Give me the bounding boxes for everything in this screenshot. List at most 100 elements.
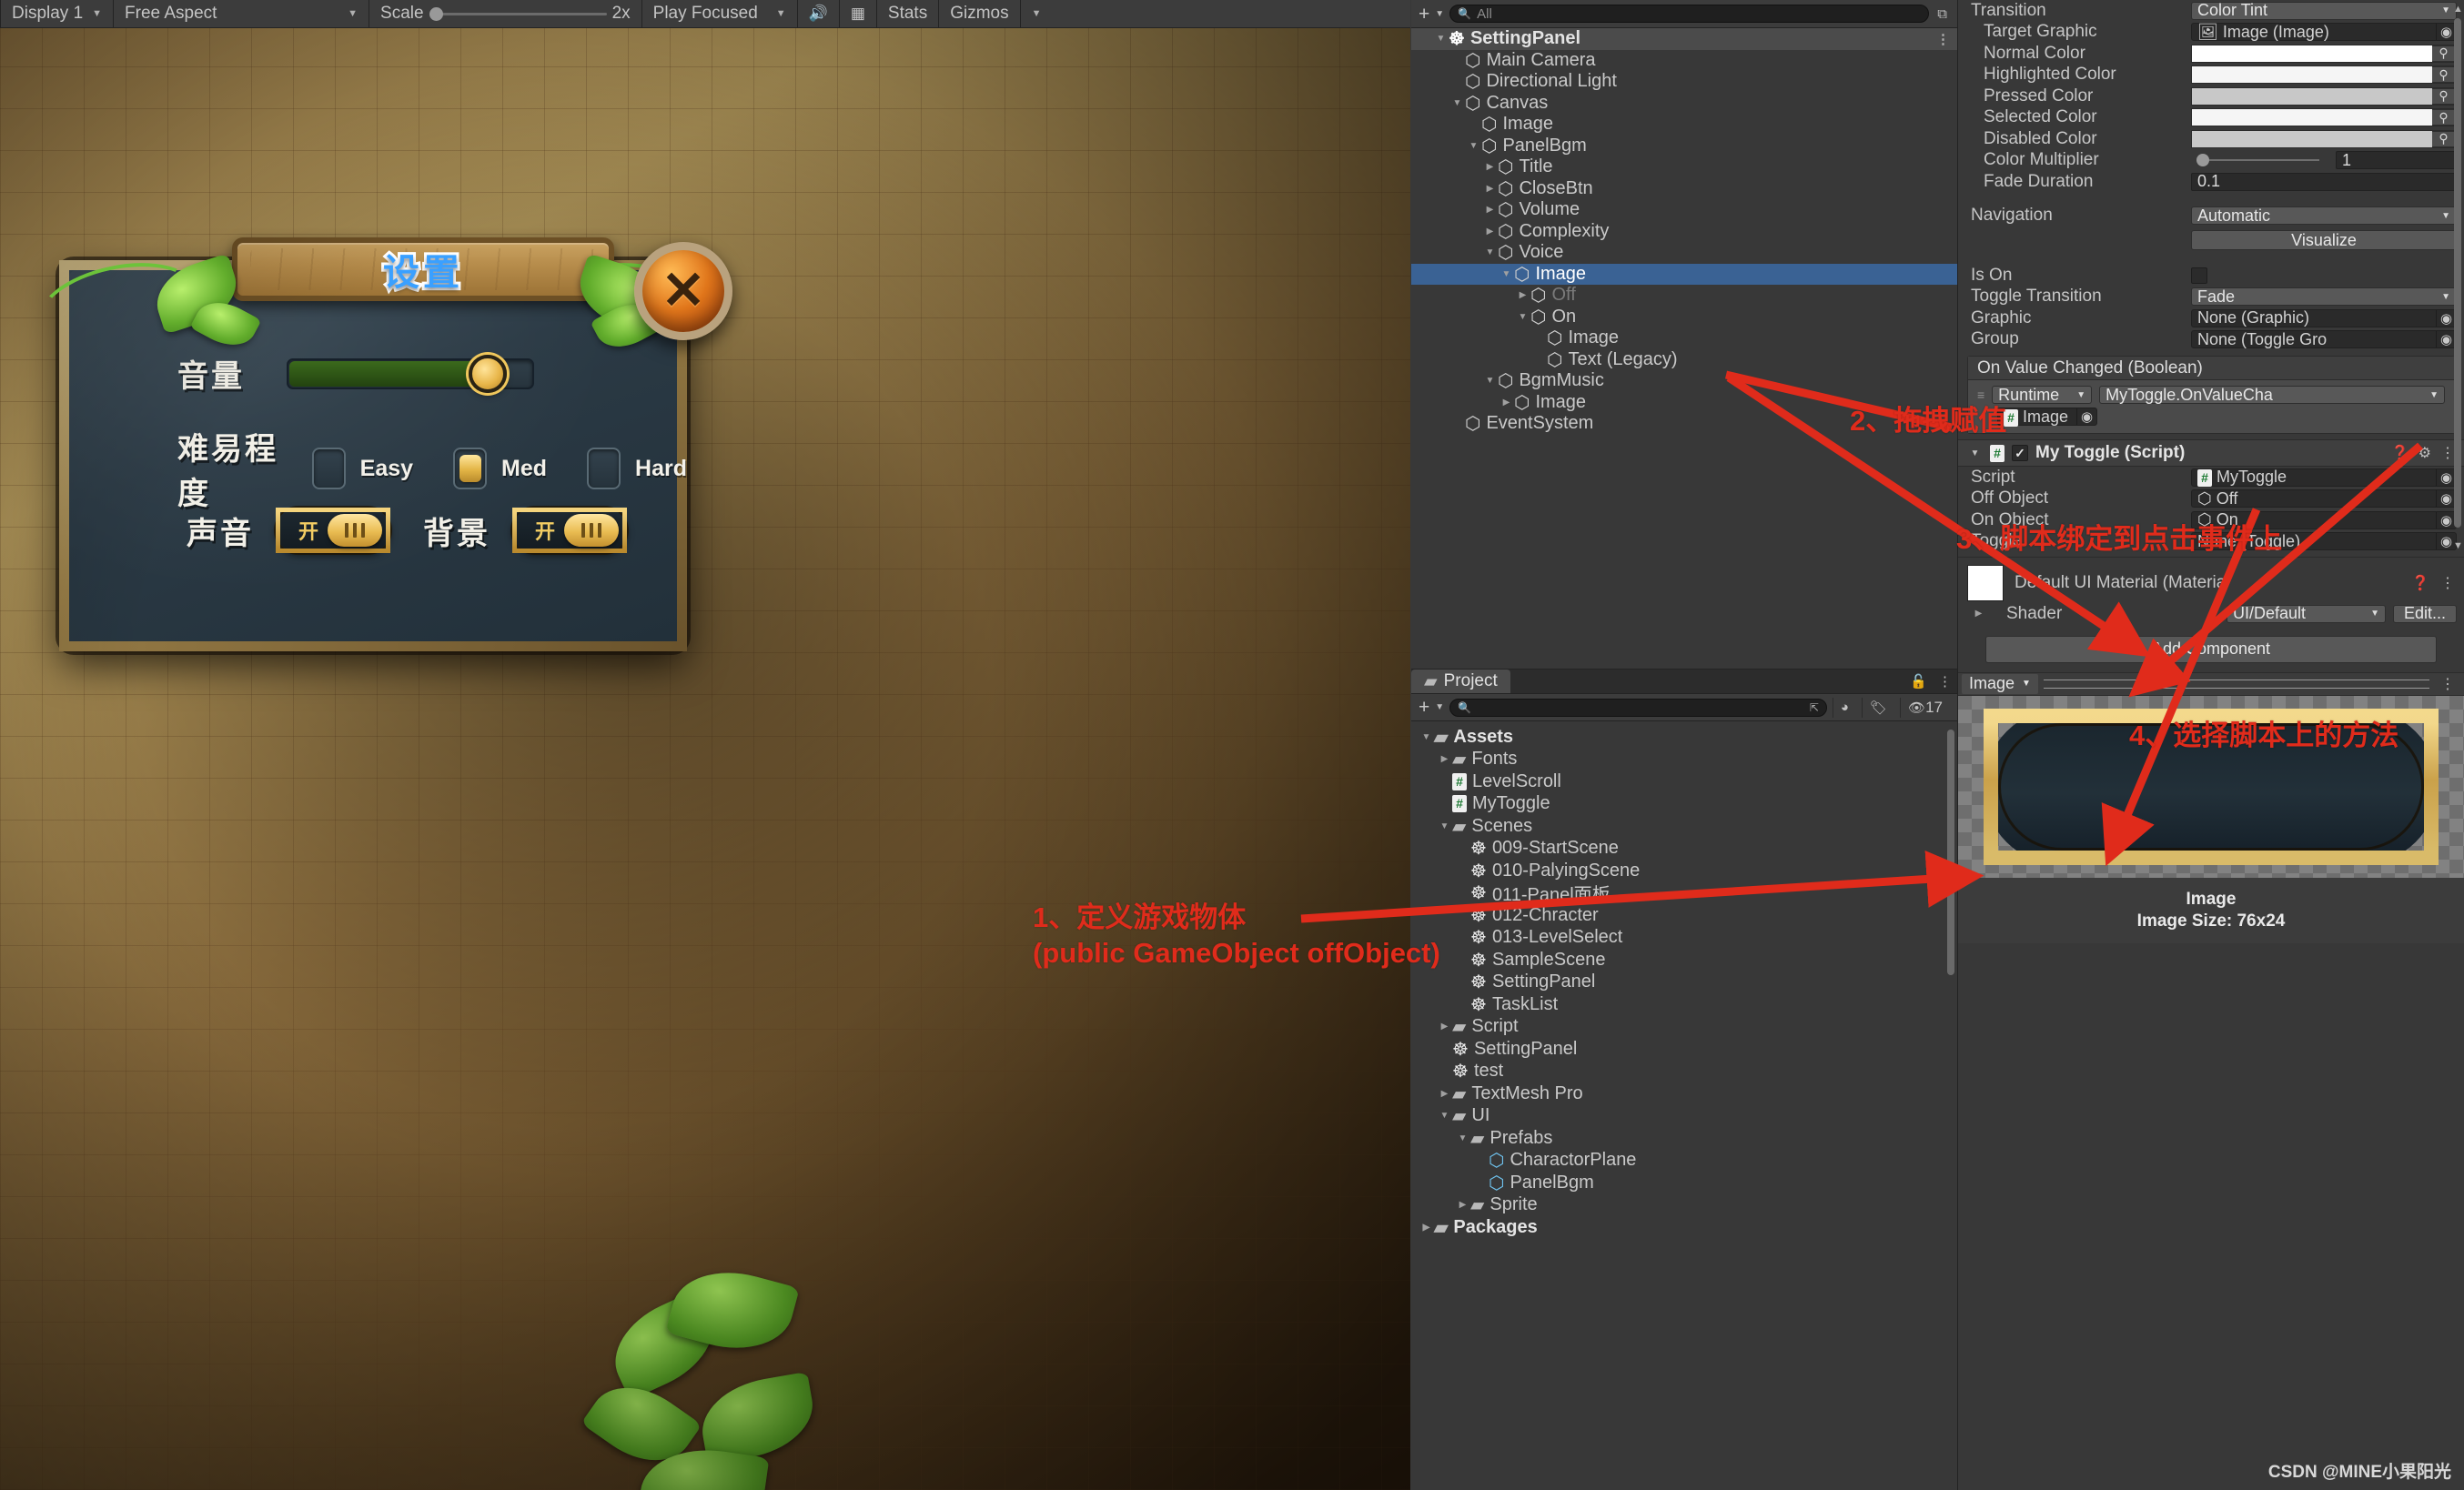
chevron-right-icon[interactable]: ▶ <box>1971 609 1986 619</box>
hierarchy-item-complexity[interactable]: ▶ ⬡ Complexity <box>1411 221 1957 243</box>
color-swatch[interactable] <box>2192 87 2432 105</box>
game-viewport[interactable]: 设置 ✕ 音量 难易程度 Easy Med Hard 声音 开 背景 开 <box>0 28 1410 1490</box>
gizmos-button[interactable]: Gizmos <box>939 0 1019 27</box>
project-tree[interactable]: ▼▰Assets▶▰Fonts▶#LevelScroll▶#MyToggle▼▰… <box>1411 721 1957 1239</box>
expand-icon[interactable]: ⧉ <box>1934 6 1950 22</box>
gizmos-dropdown[interactable]: ▼ <box>1021 0 1053 27</box>
shader-dropdown[interactable]: UI/Default ▼ <box>2227 604 2386 623</box>
project-item-settingpanel[interactable]: ▶☸SettingPanel <box>1411 1038 1957 1061</box>
voice-toggle[interactable]: 开 <box>276 508 390 553</box>
project-item-settingpanel[interactable]: ▶☸SettingPanel <box>1411 972 1957 994</box>
script-field[interactable]: # MyToggle ◉ <box>2191 468 2457 488</box>
color-swatch[interactable] <box>2192 130 2432 147</box>
project-item-ui[interactable]: ▼ ▰ UI <box>1411 1105 1957 1128</box>
hierarchy-item-closebtn[interactable]: ▶ ⬡ CloseBtn <box>1411 178 1957 200</box>
transition-dropdown[interactable]: Color Tint ▼ <box>2191 1 2457 20</box>
disabled-color-field[interactable]: ⚲ <box>2191 129 2457 148</box>
hierarchy-item-image[interactable]: ▼ ⬡ Image <box>1411 263 1957 285</box>
component-enabled-checkbox[interactable]: ✓ <box>2012 445 2028 461</box>
event-method-dropdown[interactable]: MyToggle.OnValueCha ▼ <box>2099 386 2445 404</box>
project-item-prefabs[interactable]: ▼ ▰ Prefabs <box>1411 1127 1957 1150</box>
color-swatch[interactable] <box>2192 45 2432 62</box>
fade-duration-value[interactable]: 0.1 <box>2191 172 2457 191</box>
hierarchy-item-voice[interactable]: ▼ ⬡ Voice <box>1411 242 1957 264</box>
preview-grip[interactable] <box>2043 679 2429 689</box>
project-item-test[interactable]: ▶☸test <box>1411 1061 1957 1083</box>
scale-slider-knob[interactable] <box>429 6 443 21</box>
chevron-right-icon[interactable]: ▶ <box>1455 1200 1470 1210</box>
chevron-down-icon[interactable]: ▼ <box>1419 732 1434 742</box>
chevron-right-icon[interactable]: ▶ <box>1419 1223 1434 1233</box>
graphic-field[interactable]: None (Graphic) ◉ <box>2191 308 2457 327</box>
chevron-right-icon[interactable]: ▶ <box>1437 1089 1452 1099</box>
kebab-icon[interactable]: ⋮ <box>2440 574 2455 592</box>
save-search-icon[interactable]: ⇱ <box>1810 701 1819 714</box>
lock-icon[interactable]: 🔓 <box>1904 669 1933 693</box>
bgm-toggle-knob[interactable] <box>564 514 619 547</box>
help-icon[interactable]: ❓ <box>2391 444 2409 462</box>
chevron-right-icon[interactable]: ▶ <box>1482 227 1498 237</box>
target-graphic-field[interactable]: 🖼 Image (Image) ◉ <box>2191 23 2457 42</box>
project-item-009-startscene[interactable]: ▶☸009-StartScene <box>1411 838 1957 861</box>
voice-toggle-knob[interactable] <box>328 514 382 547</box>
project-item-sprite[interactable]: ▶ ▰ Sprite <box>1411 1194 1957 1217</box>
project-item-levelscroll[interactable]: ▶#LevelScroll <box>1411 770 1957 793</box>
chevron-down-icon[interactable]: ▼ <box>1967 448 1983 458</box>
filter-label-icon[interactable]: 🏷 <box>1861 697 1894 718</box>
highlighted-color-field[interactable]: ⚲ <box>2191 65 2457 85</box>
chevron-right-icon[interactable]: ▶ <box>1482 205 1498 215</box>
color-multiplier-knob[interactable] <box>2196 154 2209 167</box>
hierarchy-item-off[interactable]: ▶ ⬡ Off <box>1411 285 1957 307</box>
hierarchy-item-bgmmusic[interactable]: ▼ ⬡ BgmMusic <box>1411 370 1957 392</box>
filter-type-icon[interactable]: ◕ <box>1832 697 1856 718</box>
kebab-icon[interactable]: ⋮ <box>2435 675 2460 693</box>
chevron-down-icon[interactable]: ▼ <box>1466 141 1481 151</box>
help-icon[interactable]: ❓ <box>2411 574 2429 592</box>
chevron-right-icon[interactable]: ▶ <box>1437 754 1452 764</box>
chevron-right-icon[interactable]: ▶ <box>1437 1022 1452 1032</box>
hierarchy-item-directional-light[interactable]: ▶⬡Directional Light <box>1411 71 1957 93</box>
close-button[interactable]: ✕ <box>634 242 732 340</box>
project-item-script[interactable]: ▶ ▰ Script <box>1411 1016 1957 1039</box>
chevron-right-icon[interactable]: ▶ <box>1482 162 1498 172</box>
project-item-panelbgm[interactable]: ▶⬡PanelBgm <box>1411 1172 1957 1194</box>
difficulty-checkbox-hard[interactable] <box>587 448 621 489</box>
scroll-down-icon[interactable]: ▼ <box>2453 540 2463 551</box>
difficulty-checkbox-easy[interactable] <box>311 448 346 489</box>
mute-audio-button[interactable]: 🔊 <box>798 0 839 27</box>
chevron-down-icon[interactable]: ▼ <box>1455 1133 1470 1143</box>
add-component-button[interactable]: Add Component <box>1985 635 2437 663</box>
chevron-down-icon[interactable]: ▼ <box>1435 9 1444 19</box>
display-dropdown[interactable]: Display 1 ▼ <box>1 0 113 27</box>
project-item-assets[interactable]: ▼ ▰ Assets <box>1411 726 1957 749</box>
chevron-right-icon[interactable]: ▶ <box>1499 398 1514 408</box>
chevron-down-icon[interactable]: ▼ <box>1449 98 1465 108</box>
hidden-items-toggle[interactable]: 👁 17 <box>1900 697 1950 718</box>
my-toggle-component-header[interactable]: ▼ # ✓ My Toggle (Script) ❓ ⚙ ⋮ <box>1958 439 2464 467</box>
volume-slider[interactable] <box>287 354 534 393</box>
hierarchy-search-input[interactable]: 🔍 All <box>1449 5 1930 23</box>
scale-slider-track[interactable] <box>429 6 607 21</box>
normal-color-field[interactable]: ⚲ <box>2191 44 2457 63</box>
color-multiplier-slider[interactable] <box>2196 154 2319 167</box>
aspect-dropdown[interactable]: Free Aspect ▼ <box>114 0 369 27</box>
plus-icon[interactable]: + <box>1419 5 1429 24</box>
hierarchy-item-settingpanel[interactable]: ▼ ☸ SettingPanel ⋮ <box>1411 28 1957 50</box>
project-scroll-thumb[interactable] <box>1947 730 1954 975</box>
chevron-down-icon[interactable]: ▼ <box>1433 34 1449 44</box>
chevron-down-icon[interactable]: ▼ <box>1435 702 1444 712</box>
inspector-scrollbar[interactable]: ▲ ▼ <box>2453 4 2463 568</box>
project-item-012-chracter[interactable]: ▶☸012-Chracter <box>1411 904 1957 927</box>
project-item-charactorplane[interactable]: ▶⬡CharactorPlane <box>1411 1150 1957 1173</box>
selected-color-field[interactable]: ⚲ <box>2191 108 2457 127</box>
project-item-samplescene[interactable]: ▶☸SampleScene <box>1411 949 1957 972</box>
plus-icon[interactable]: + <box>1419 698 1429 717</box>
kebab-icon[interactable]: ⋮ <box>1936 31 1950 47</box>
hierarchy-tree[interactable]: ▼☸SettingPanel⋮▶⬡Main Camera▶⬡Directiona… <box>1411 28 1957 435</box>
chevron-down-icon[interactable]: ▼ <box>1499 269 1514 279</box>
project-item-tasklist[interactable]: ▶☸TaskList <box>1411 993 1957 1016</box>
object-picker-icon[interactable]: ◉ <box>2076 408 2096 425</box>
tab-project[interactable]: ▰ Project <box>1411 669 1510 693</box>
color-multiplier-value[interactable]: 1 <box>2336 151 2457 170</box>
chevron-down-icon[interactable]: ▼ <box>1437 1111 1452 1121</box>
